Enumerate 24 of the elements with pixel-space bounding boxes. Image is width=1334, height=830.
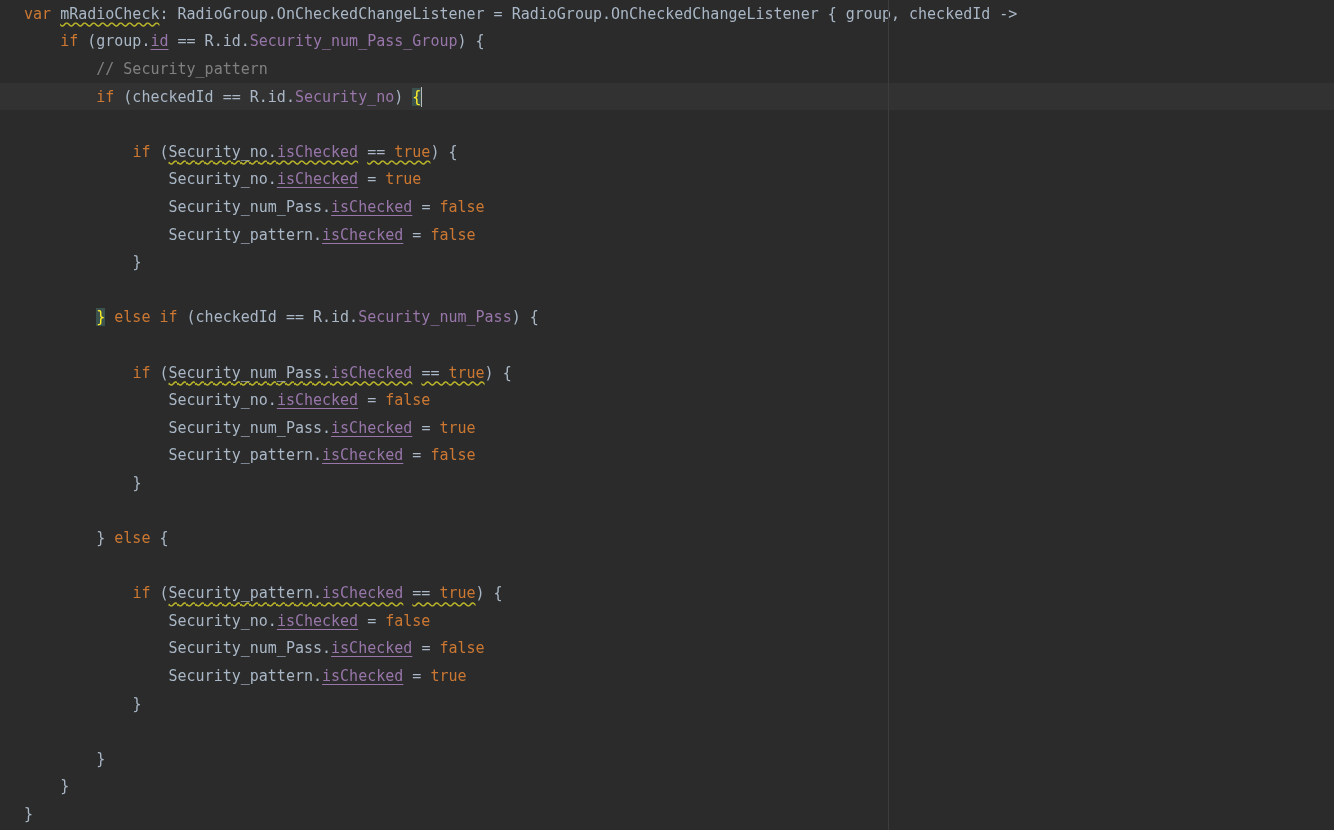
code-line: Security_no.isChecked = false xyxy=(167,610,431,631)
code-line: Security_pattern.isChecked = true xyxy=(167,666,467,687)
code-line: } else if (checkedId == R.id.Security_num_Pass) { xyxy=(95,307,539,328)
code-line: } xyxy=(59,776,70,797)
code-line: } xyxy=(95,748,106,769)
code-line: if (Security_pattern.isChecked == true) { xyxy=(131,583,503,604)
code-line: Security_no.isChecked = false xyxy=(167,390,431,411)
code-line: if (Security_no.isChecked == true) { xyxy=(131,141,458,162)
code-line: Security_num_Pass.isChecked = false xyxy=(167,638,485,659)
code-line: if (Security_num_Pass.isChecked == true) { xyxy=(131,362,512,383)
text-caret xyxy=(421,86,423,107)
code-line: } else { xyxy=(95,528,169,549)
code-line: var mRadioCheck: RadioGroup.OnCheckedChangeListener = RadioGroup.OnCheckedChangeListener { group, checkedId -> xyxy=(24,3,1018,24)
code-line: // Security_pattern xyxy=(95,59,268,79)
code-line: } xyxy=(131,472,142,493)
code-line: Security_pattern.isChecked = false xyxy=(167,445,476,466)
code-line: Security_num_Pass.isChecked = true xyxy=(167,417,476,438)
code-line: } xyxy=(24,804,34,824)
code-line: } xyxy=(131,252,142,273)
code-line: } xyxy=(131,693,142,714)
code-line: Security_no.isChecked = true xyxy=(167,169,422,190)
code-line: if (group.id == R.id.Security_num_Pass_Group) { xyxy=(59,31,485,52)
code-line: Security_num_Pass.isChecked = false xyxy=(167,196,485,217)
code-line: Security_pattern.isChecked = false xyxy=(167,224,476,245)
